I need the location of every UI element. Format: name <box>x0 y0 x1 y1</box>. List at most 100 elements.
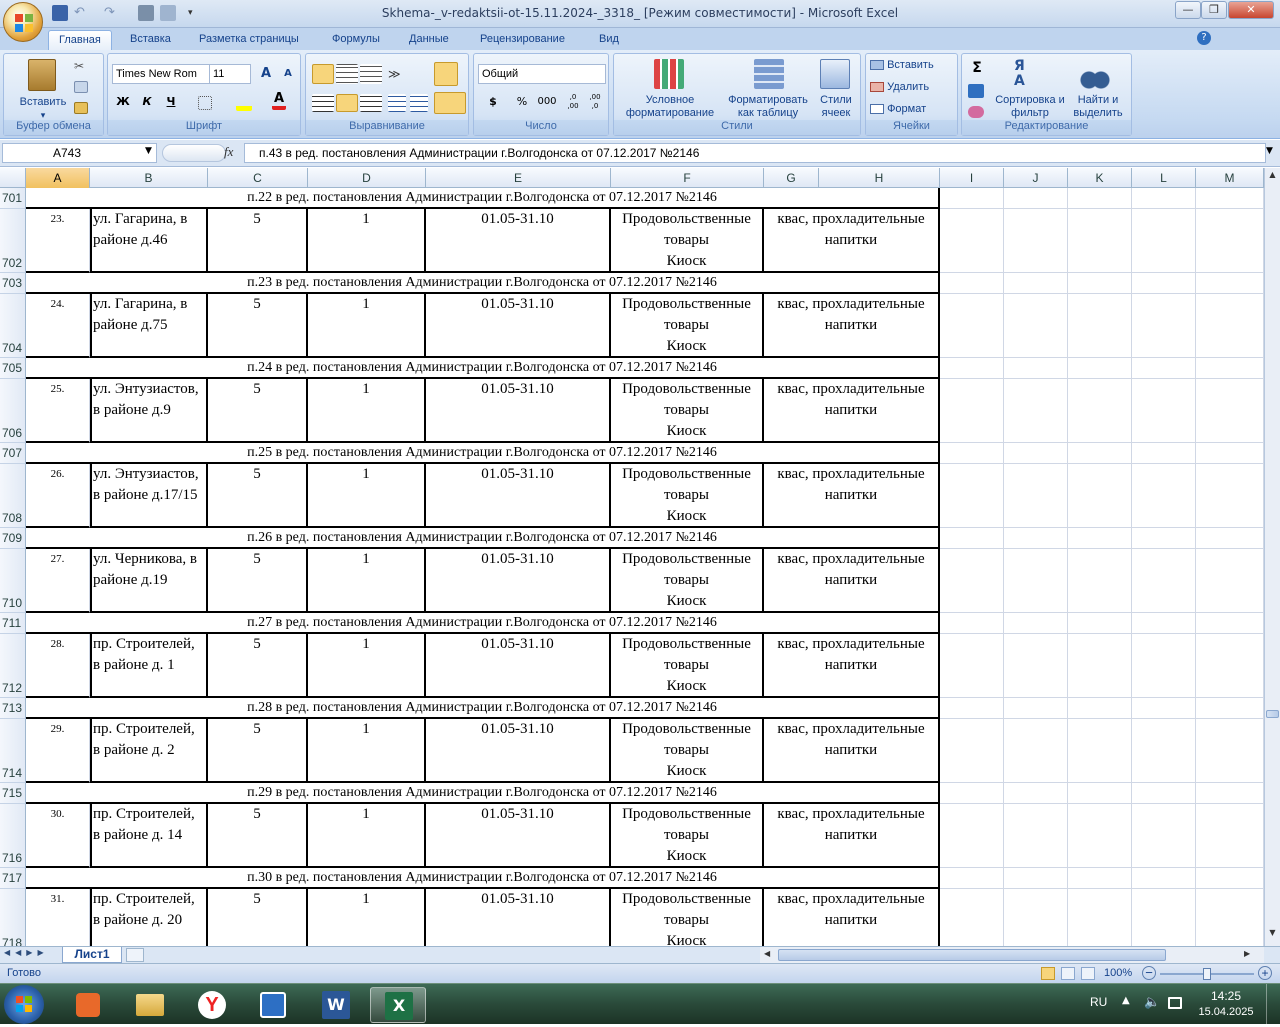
name-box[interactable]: A743 <box>2 143 157 163</box>
area-cell[interactable]: 5 <box>208 889 308 946</box>
horizontal-scroll-thumb[interactable] <box>778 949 1166 961</box>
item-number-cell[interactable]: 28. <box>26 634 90 698</box>
orientation-icon[interactable]: ≫ <box>388 64 414 84</box>
column-header[interactable]: M <box>1196 168 1264 188</box>
cell-styles-button[interactable]: Стили ячеек <box>814 94 858 120</box>
tab-view[interactable]: Вид <box>589 30 629 50</box>
clock-time[interactable]: 14:25 <box>1196 989 1256 1003</box>
close-button[interactable]: ✕ <box>1228 1 1274 19</box>
number-format-combo[interactable]: Общий <box>478 64 606 84</box>
taskbar-excel[interactable]: X <box>370 987 426 1023</box>
expand-formula-icon[interactable]: ▼ <box>1266 146 1273 156</box>
format-as-table-button[interactable]: Форматировать как таблицу <box>722 94 814 120</box>
show-desktop-button[interactable] <box>1266 984 1280 1025</box>
row-header[interactable]: 718 <box>0 889 26 946</box>
sheet-tab-list1[interactable]: Лист1 <box>62 947 122 963</box>
row-header[interactable]: 712 <box>0 634 26 698</box>
office-button[interactable] <box>3 2 43 42</box>
area-cell[interactable]: 5 <box>208 464 308 528</box>
row-header[interactable]: 708 <box>0 464 26 528</box>
item-number-cell[interactable]: 26. <box>26 464 90 528</box>
sheet-nav-icons[interactable]: ◀◀▶▶ <box>4 948 49 957</box>
column-header[interactable]: H <box>819 168 940 188</box>
font-size-combo[interactable]: 11 <box>209 64 251 84</box>
period-cell[interactable]: 01.05-31.10 <box>426 464 611 528</box>
thousands-button[interactable]: 000 <box>534 92 560 112</box>
period-cell[interactable]: 01.05-31.10 <box>426 379 611 443</box>
network-icon[interactable] <box>1168 997 1182 1009</box>
item-number-cell[interactable]: 27. <box>26 549 90 613</box>
align-center-icon[interactable] <box>336 94 358 112</box>
area-cell[interactable]: 5 <box>208 379 308 443</box>
column-header[interactable]: F <box>611 168 764 188</box>
page-layout-view-icon[interactable] <box>1061 967 1075 980</box>
align-middle-icon[interactable] <box>336 64 358 84</box>
goods-type-cell[interactable]: Продовольственные товары Киоск <box>611 294 764 358</box>
sort-filter-button[interactable]: Сортировка и фильтр <box>992 94 1068 120</box>
specialization-cell[interactable]: квас, прохладительные напитки <box>764 719 940 783</box>
row-header[interactable]: 702 <box>0 209 26 273</box>
format-as-table-icon[interactable] <box>754 59 784 89</box>
period-cell[interactable]: 01.05-31.10 <box>426 209 611 273</box>
period-cell[interactable]: 01.05-31.10 <box>426 719 611 783</box>
conditional-formatting-button[interactable]: Условное форматирование <box>614 94 726 120</box>
column-header[interactable]: C <box>208 168 308 188</box>
italic-button[interactable]: К <box>136 92 158 112</box>
cut-icon[interactable]: ✂ <box>74 60 88 72</box>
insert-cells-button[interactable]: Вставить <box>870 59 954 72</box>
row-header[interactable]: 709 <box>0 528 26 549</box>
format-cells-button[interactable]: Формат <box>870 103 954 116</box>
row-header[interactable]: 711 <box>0 613 26 634</box>
count-cell[interactable]: 1 <box>308 294 426 358</box>
clock-date[interactable]: 15.04.2025 <box>1190 1006 1262 1018</box>
font-name-combo[interactable]: Times New Rom <box>112 64 210 84</box>
horizontal-scrollbar[interactable]: ◀ ▶ <box>760 947 1264 963</box>
conditional-formatting-icon[interactable] <box>654 59 684 89</box>
count-cell[interactable]: 1 <box>308 804 426 868</box>
specialization-cell[interactable]: квас, прохладительные напитки <box>764 889 940 946</box>
autosum-button[interactable]: Σ <box>966 58 988 78</box>
note-cell[interactable]: п.30 в ред. постановления Администрации … <box>26 868 940 889</box>
column-header[interactable]: J <box>1004 168 1068 188</box>
note-cell[interactable]: п.25 в ред. постановления Администрации … <box>26 443 940 464</box>
column-header[interactable]: I <box>940 168 1004 188</box>
delete-cells-button[interactable]: Удалить <box>870 81 954 94</box>
goods-type-cell[interactable]: Продовольственные товары Киоск <box>611 209 764 273</box>
address-cell[interactable]: ул. Энтузиастов, в районе д.9 <box>90 379 208 443</box>
page-break-view-icon[interactable] <box>1081 967 1095 980</box>
volume-icon[interactable]: 🔈 <box>1144 995 1160 1010</box>
decrease-indent-icon[interactable] <box>388 94 406 112</box>
row-header[interactable]: 713 <box>0 698 26 719</box>
item-number-cell[interactable]: 23. <box>26 209 90 273</box>
help-icon[interactable]: ? <box>1197 31 1211 45</box>
align-top-icon[interactable] <box>312 64 334 84</box>
decrease-decimal-button[interactable]: ,00 ,0 <box>584 92 606 112</box>
underline-button[interactable]: Ч <box>160 92 182 112</box>
vertical-scrollbar[interactable]: ▲ ▼ <box>1264 168 1280 946</box>
zoom-out-icon[interactable]: − <box>1142 966 1156 980</box>
font-color-icon[interactable]: A <box>272 92 286 110</box>
count-cell[interactable]: 1 <box>308 464 426 528</box>
name-box-dropdown-icon[interactable]: ▼ <box>145 146 152 156</box>
scroll-down-icon[interactable]: ▼ <box>1266 928 1279 942</box>
specialization-cell[interactable]: квас, прохладительные напитки <box>764 804 940 868</box>
goods-type-cell[interactable]: Продовольственные товары Киоск <box>611 379 764 443</box>
row-header[interactable]: 710 <box>0 549 26 613</box>
period-cell[interactable]: 01.05-31.10 <box>426 889 611 946</box>
taskbar-media-player[interactable] <box>64 987 110 1023</box>
normal-view-icon[interactable] <box>1041 967 1055 980</box>
formula-input[interactable]: п.43 в ред. постановления Администрации … <box>244 143 1266 163</box>
fill-color-icon[interactable] <box>236 95 252 111</box>
insert-sheet-icon[interactable] <box>126 948 144 962</box>
find-select-icon[interactable] <box>1080 59 1110 89</box>
address-cell[interactable]: пр. Строителей, в районе д. 2 <box>90 719 208 783</box>
zoom-in-icon[interactable]: + <box>1258 966 1272 980</box>
row-header[interactable]: 701 <box>0 188 26 209</box>
count-cell[interactable]: 1 <box>308 634 426 698</box>
note-cell[interactable]: п.29 в ред. постановления Администрации … <box>26 783 940 804</box>
scroll-up-icon[interactable]: ▲ <box>1266 170 1279 184</box>
scroll-left-icon[interactable]: ◀ <box>764 949 770 958</box>
row-header[interactable]: 706 <box>0 379 26 443</box>
tray-expand-icon[interactable]: ▲ <box>1122 995 1130 1006</box>
zoom-slider-thumb[interactable] <box>1203 968 1211 980</box>
